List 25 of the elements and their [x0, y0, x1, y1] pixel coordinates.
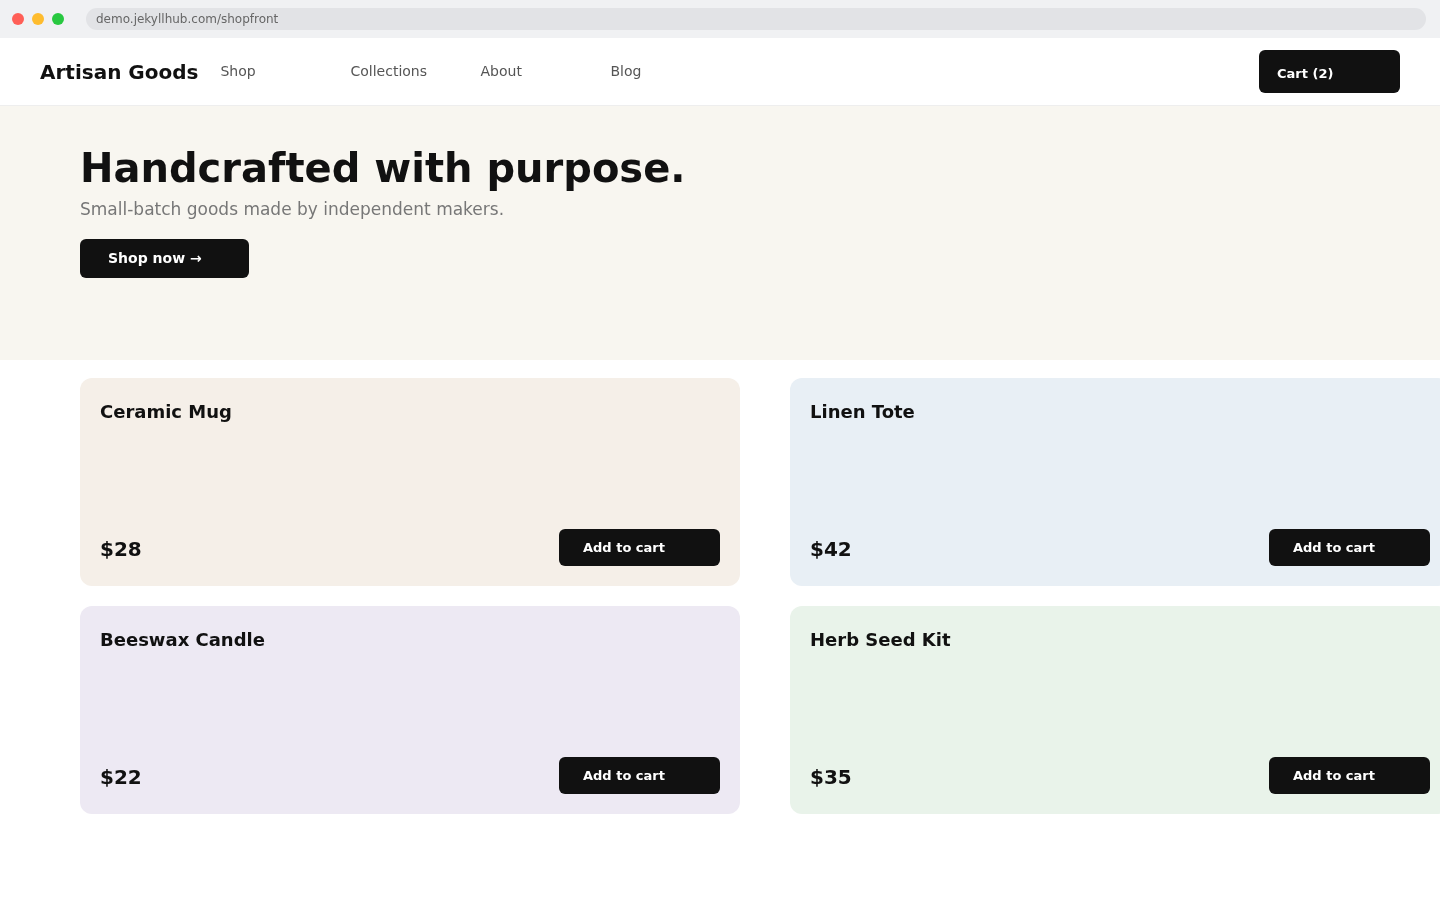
- minimize-window-icon[interactable]: [32, 13, 44, 25]
- product-price: $28: [100, 536, 142, 563]
- product-name: Linen Tote: [810, 400, 915, 424]
- nav-link[interactable]: Shop: [220, 61, 351, 82]
- shop-now-button[interactable]: Shop now →: [80, 238, 249, 278]
- product-price: $35: [810, 764, 852, 791]
- product-name: Ceramic Mug: [100, 400, 232, 424]
- hero-title: Handcrafted with purpose.: [80, 144, 687, 192]
- close-window-icon[interactable]: [12, 13, 24, 25]
- address-bar[interactable]: demo.jekyllhub.com/shopfront: [86, 8, 1426, 30]
- maximize-window-icon[interactable]: [52, 13, 64, 25]
- add-to-cart-button[interactable]: Add to cart: [559, 757, 720, 794]
- nav-link[interactable]: Blog: [610, 61, 741, 82]
- add-to-cart-button[interactable]: Add to cart: [1269, 757, 1430, 794]
- hero-subtitle: Small-batch goods made by independent makers.: [80, 198, 506, 221]
- product-price: $22: [100, 764, 142, 791]
- cart-button[interactable]: Cart (2): [1259, 50, 1400, 93]
- site-logo[interactable]: Artisan Goods: [40, 56, 199, 87]
- add-to-cart-button[interactable]: Add to cart: [559, 529, 720, 566]
- product-name: Beeswax Candle: [100, 628, 265, 652]
- product-price: $42: [810, 536, 852, 563]
- nav-link[interactable]: About: [480, 61, 611, 82]
- add-to-cart-button[interactable]: Add to cart: [1269, 529, 1430, 566]
- product-name: Herb Seed Kit: [810, 628, 951, 652]
- nav-link[interactable]: Collections: [350, 61, 481, 82]
